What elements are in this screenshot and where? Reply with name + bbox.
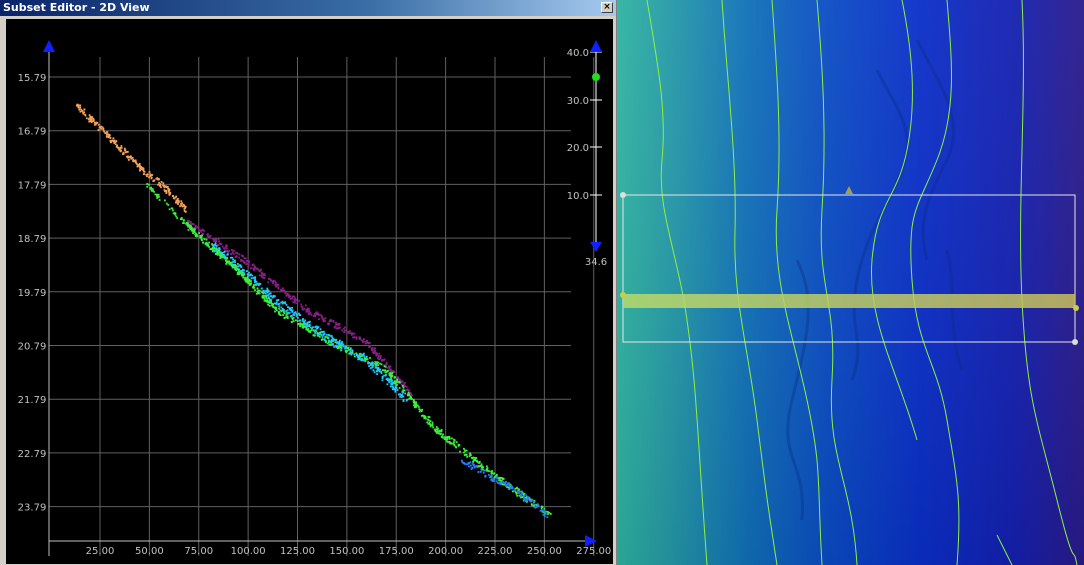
x-tick-label: 175.00 bbox=[379, 546, 414, 557]
x-tick-label: 250.00 bbox=[527, 546, 562, 557]
window-title: Subset Editor - 2D View bbox=[3, 1, 150, 14]
title-bar[interactable]: Subset Editor - 2D View × bbox=[0, 0, 616, 16]
profile-plot-svg[interactable]: 15.79 16.79 17.79 18.79 19.79 20.79 21.79 22.79… bbox=[6, 19, 613, 564]
x-tick-label: 50.00 bbox=[135, 546, 164, 557]
scale-value-label: 34.6 bbox=[585, 257, 607, 268]
scale-tick-label: 30.0 bbox=[567, 96, 589, 107]
y-tick-label: 21.79 bbox=[18, 395, 47, 406]
blue-soundings bbox=[461, 459, 549, 519]
x-tick-label: 275.00 bbox=[576, 546, 611, 557]
depth-scale-slider[interactable]: 40.0 30.0 20.0 10.0 34.6 bbox=[567, 48, 607, 268]
box-handle-bottom-right[interactable] bbox=[1072, 339, 1078, 345]
subset-editor-window: Subset Editor - 2D View × 15.79 16.79 17.7… bbox=[0, 0, 616, 565]
close-button[interactable]: × bbox=[601, 2, 613, 13]
profile-2d-view[interactable]: 15.79 16.79 17.79 18.79 19.79 20.79 21.79 22.79… bbox=[6, 19, 613, 564]
y-tick-label: 23.79 bbox=[18, 503, 47, 514]
scale-tick-label: 20.0 bbox=[567, 143, 589, 154]
cyan-soundings bbox=[212, 242, 409, 402]
y-tick-label: 22.79 bbox=[18, 449, 47, 460]
profile-bar[interactable] bbox=[623, 294, 1075, 308]
y-axis-labels: 15.79 16.79 17.79 18.79 19.79 20.79 21.79 22.79… bbox=[18, 73, 47, 514]
scale-up-arrow[interactable] bbox=[590, 40, 602, 52]
x-tick-label: 100.00 bbox=[231, 546, 266, 557]
scale-tick-label: 10.0 bbox=[567, 191, 589, 202]
y-tick-label: 17.79 bbox=[18, 180, 47, 191]
scale-tick-label: 40.0 bbox=[567, 48, 589, 59]
y-axis-up-arrow[interactable] bbox=[43, 40, 55, 52]
y-tick-label: 19.79 bbox=[18, 288, 47, 299]
scale-handle[interactable] bbox=[592, 73, 600, 81]
y-tick-label: 20.79 bbox=[18, 342, 47, 353]
axis-arrows[interactable] bbox=[43, 40, 602, 547]
grid-layer bbox=[48, 49, 595, 556]
y-tick-label: 18.79 bbox=[18, 234, 47, 245]
x-tick-label: 200.00 bbox=[428, 546, 463, 557]
bathymetry-map-svg[interactable] bbox=[617, 0, 1084, 565]
x-tick-label: 75.00 bbox=[184, 546, 213, 557]
x-tick-label: 150.00 bbox=[329, 546, 364, 557]
y-tick-label: 16.79 bbox=[18, 127, 47, 138]
hillshade-overlay bbox=[617, 0, 1084, 565]
sounding-points[interactable] bbox=[75, 103, 552, 519]
orange-soundings bbox=[75, 103, 187, 213]
x-tick-label: 225.00 bbox=[478, 546, 513, 557]
x-tick-label: 25.00 bbox=[86, 546, 115, 557]
box-handle-top-left[interactable] bbox=[620, 192, 626, 198]
y-tick-label: 15.79 bbox=[18, 73, 47, 84]
x-tick-label: 125.00 bbox=[280, 546, 315, 557]
x-axis-labels: 25.00 50.00 75.00 100.00 125.00 150.00 175.00 2… bbox=[86, 546, 612, 557]
bar-handle-right[interactable] bbox=[1073, 305, 1079, 311]
scale-down-arrow[interactable] bbox=[590, 242, 602, 252]
bar-handle-left[interactable] bbox=[620, 292, 626, 298]
bathymetry-map-view[interactable] bbox=[617, 0, 1084, 565]
